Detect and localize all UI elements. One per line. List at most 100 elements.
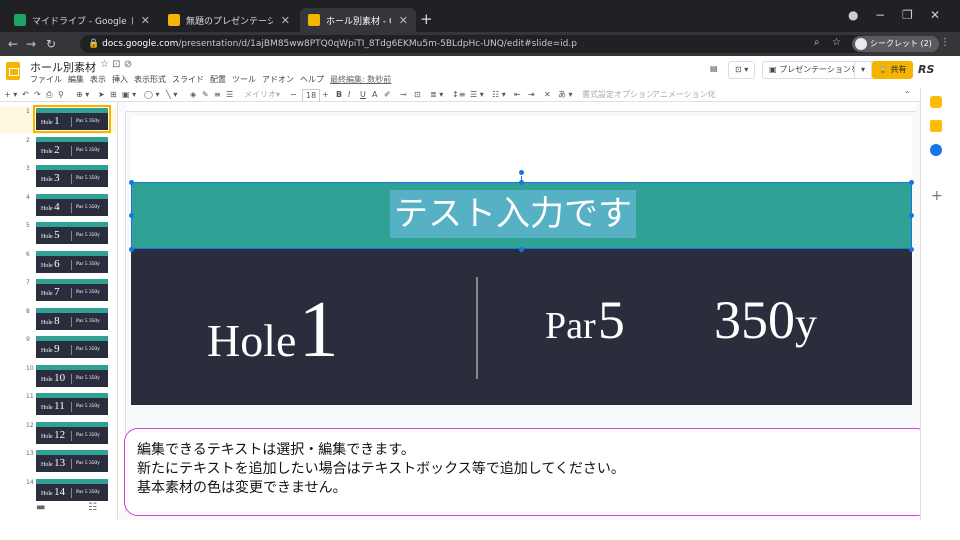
- profile-button[interactable]: シークレット (2): [852, 36, 939, 52]
- forward-icon[interactable]: →: [26, 36, 36, 52]
- slide-canvas[interactable]: テスト入力です Hole 1 Par 5 350y: [129, 116, 914, 405]
- slides-logo-icon[interactable]: [6, 62, 20, 80]
- menu-help[interactable]: ヘルプ: [300, 74, 324, 85]
- decrease-indent-icon[interactable]: ⇤: [514, 89, 521, 101]
- user-avatar[interactable]: RS: [918, 61, 944, 79]
- menu-arrange[interactable]: 配置: [210, 74, 226, 85]
- select-icon[interactable]: ➤: [98, 89, 105, 101]
- grid-view-icon[interactable]: ▬: [36, 502, 45, 513]
- menu-format[interactable]: 表示形式: [134, 74, 166, 85]
- link-icon[interactable]: ⊸: [400, 89, 407, 101]
- minimize-icon[interactable]: −: [875, 8, 885, 22]
- resize-handle-bl[interactable]: [129, 247, 134, 252]
- star-folder-cloud-icons[interactable]: ☆ ⊡ ⊘: [100, 59, 132, 70]
- close-icon[interactable]: ✕: [141, 14, 150, 27]
- close-icon[interactable]: ✕: [399, 14, 408, 27]
- slide-thumbnail[interactable]: 9 Hole 9 Par 5 350y: [0, 334, 116, 362]
- animate-button[interactable]: アニメーション化: [652, 89, 716, 101]
- keep-icon[interactable]: [930, 120, 942, 132]
- new-slide-icon[interactable]: + ▾: [4, 89, 17, 101]
- slide-thumbnail[interactable]: 2 Hole 2 Par 5 350y: [0, 135, 116, 163]
- border-color-icon[interactable]: ✎: [202, 89, 209, 101]
- zoom-icon[interactable]: ⊕ ▾: [76, 89, 89, 101]
- italic-icon[interactable]: I: [348, 89, 350, 101]
- slide-thumbnail[interactable]: 11 Hole 11 Par 5 350y: [0, 391, 116, 419]
- comments-icon[interactable]: ▤: [704, 61, 724, 79]
- align-icon[interactable]: ≣ ▾: [430, 89, 443, 101]
- reload-icon[interactable]: ↻: [46, 36, 56, 52]
- menu-slide[interactable]: スライド: [172, 74, 204, 85]
- zoom-icon[interactable]: ⌕: [814, 37, 820, 48]
- new-tab-icon[interactable]: +: [420, 10, 433, 28]
- tasks-icon[interactable]: [930, 144, 942, 156]
- bookmark-star-icon[interactable]: ☆: [832, 37, 841, 48]
- text-color-icon[interactable]: A: [372, 89, 377, 101]
- slide-thumbnail[interactable]: 1 Hole 1 Par 5 350y: [0, 105, 116, 134]
- menu-view[interactable]: 表示: [90, 74, 106, 85]
- browser-menu-icon[interactable]: ⋮: [940, 37, 950, 48]
- menu-insert[interactable]: 挿入: [112, 74, 128, 85]
- calendar-icon[interactable]: [930, 96, 942, 108]
- slide-thumbnail[interactable]: 8 Hole 8 Par 5 350y: [0, 306, 116, 334]
- print-icon[interactable]: ⎙: [46, 89, 52, 101]
- font-size-input[interactable]: 18: [302, 89, 321, 103]
- slide-thumbnail[interactable]: 5 Hole 5 Par 5 350y: [0, 220, 116, 248]
- resize-handle-b[interactable]: [519, 247, 524, 252]
- resize-handle-tl[interactable]: [129, 180, 134, 185]
- border-weight-icon[interactable]: ≡: [214, 89, 221, 101]
- maximize-icon[interactable]: ❐: [902, 8, 913, 22]
- comment-icon[interactable]: ⊡: [414, 89, 421, 101]
- format-options-button[interactable]: 書式設定オプション: [582, 89, 654, 101]
- slide-thumbnail[interactable]: 7 Hole 7 Par 5 350y: [0, 277, 116, 305]
- font-size-increase-icon[interactable]: +: [322, 89, 329, 101]
- menu-addons[interactable]: アドオン: [262, 74, 294, 85]
- clear-format-icon[interactable]: ✕: [544, 89, 551, 101]
- bulleted-list-icon[interactable]: ☷ ▾: [492, 89, 506, 101]
- slide-thumbnail[interactable]: 10 Hole 10 Par 5 350y: [0, 363, 116, 391]
- textbox-icon[interactable]: ⊞: [110, 89, 117, 101]
- paint-format-icon[interactable]: ⚲: [58, 89, 64, 101]
- redo-icon[interactable]: ↷: [34, 89, 41, 101]
- incognito-icon[interactable]: ●: [848, 8, 858, 22]
- font-select[interactable]: メイリオ: [244, 89, 276, 101]
- list-view-icon[interactable]: ☷: [88, 502, 97, 513]
- browser-tab-drive[interactable]: マイドライブ - Google ドライブ ✕: [6, 8, 158, 32]
- resize-handle-r[interactable]: [909, 213, 914, 218]
- highlight-icon[interactable]: ✐: [384, 89, 391, 101]
- close-icon[interactable]: ✕: [281, 14, 290, 27]
- image-icon[interactable]: ▣ ▾: [122, 89, 136, 101]
- last-edit-link[interactable]: 最終編集: 数秒前: [330, 74, 391, 85]
- back-icon[interactable]: ←: [8, 36, 18, 52]
- menu-file[interactable]: ファイル: [30, 74, 62, 85]
- menu-edit[interactable]: 編集: [68, 74, 84, 85]
- resize-handle-t[interactable]: [519, 180, 524, 185]
- resize-handle-tr[interactable]: [909, 180, 914, 185]
- resize-handle-l[interactable]: [129, 213, 134, 218]
- line-spacing-icon[interactable]: ↕≡: [452, 89, 465, 101]
- slide-thumbnail[interactable]: 6 Hole 6 Par 5 350y: [0, 249, 116, 277]
- window-close-icon[interactable]: ✕: [930, 8, 940, 22]
- increase-indent-icon[interactable]: ⇥: [528, 89, 535, 101]
- font-size-decrease-icon[interactable]: −: [290, 89, 297, 101]
- shape-icon[interactable]: ◯ ▾: [144, 89, 160, 101]
- undo-icon[interactable]: ↶: [22, 89, 29, 101]
- browser-tab-untitled[interactable]: 無題のプレゼンテーション - Google ス ✕: [160, 8, 298, 32]
- bold-icon[interactable]: B: [336, 89, 342, 101]
- font-dropdown-icon[interactable]: ▾: [276, 89, 280, 101]
- slide-thumbnail[interactable]: 4 Hole 4 Par 5 350y: [0, 192, 116, 220]
- fill-color-icon[interactable]: ◈: [190, 89, 196, 101]
- input-tools-icon[interactable]: あ ▾: [558, 89, 573, 101]
- doc-title[interactable]: ホール別素材: [30, 59, 96, 75]
- add-addon-icon[interactable]: +: [931, 188, 943, 204]
- resize-handle-br[interactable]: [909, 247, 914, 252]
- border-dash-icon[interactable]: ☰: [226, 89, 233, 101]
- slide-thumbnail[interactable]: 3 Hole 3 Par 5 350y: [0, 163, 116, 191]
- rotate-handle[interactable]: [519, 170, 524, 175]
- present-dropdown-icon[interactable]: ▾: [854, 61, 873, 79]
- slide-thumbnail[interactable]: 12 Hole 12 Par 5 350y: [0, 420, 116, 448]
- browser-tab-hole-materials[interactable]: ホール別素材 - Google スライド ✕: [300, 8, 416, 32]
- numbered-list-icon[interactable]: ☰ ▾: [470, 89, 484, 101]
- add-to-meet-icon[interactable]: ⊡ ▾: [728, 61, 756, 79]
- collapse-toolbar-icon[interactable]: ⌃: [904, 89, 911, 101]
- underline-icon[interactable]: U: [360, 89, 366, 101]
